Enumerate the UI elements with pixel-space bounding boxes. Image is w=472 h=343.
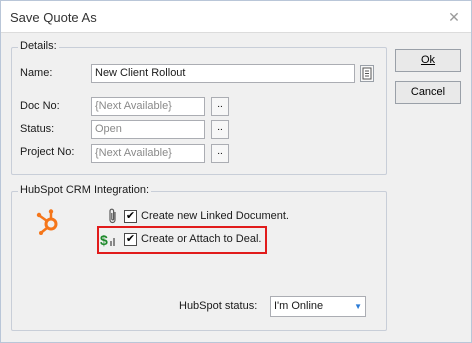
- doc-no-input[interactable]: {Next Available}: [91, 97, 205, 116]
- save-quote-dialog: Save Quote As ✕ Details: Name: New Clien…: [0, 0, 472, 343]
- cancel-button[interactable]: Cancel: [395, 81, 461, 104]
- hubspot-status-label: HubSpot status:: [179, 300, 258, 312]
- project-no-label: Project No:: [20, 146, 75, 158]
- status-label: Status:: [20, 123, 55, 135]
- hubspot-logo-icon: [36, 209, 58, 235]
- doc-no-label: Doc No:: [20, 100, 60, 112]
- status-input[interactable]: Open: [91, 120, 205, 139]
- notes-icon: [362, 67, 372, 80]
- status-browse-button[interactable]: ..: [211, 120, 229, 139]
- cancel-button-label: Cancel: [410, 86, 446, 98]
- attach-deal-checkbox[interactable]: ✔: [124, 233, 137, 246]
- attach-deal-label: Create or Attach to Deal.: [141, 233, 262, 245]
- project-no-input[interactable]: {Next Available}: [91, 144, 205, 163]
- ok-button[interactable]: Ok: [395, 49, 461, 72]
- hubspot-status-value: I'm Online: [274, 300, 324, 312]
- create-linked-checkbox[interactable]: ✔: [124, 210, 137, 223]
- project-no-browse-button[interactable]: ..: [211, 144, 229, 163]
- close-icon[interactable]: ✕: [445, 8, 463, 26]
- ok-button-label: Ok: [420, 54, 436, 66]
- doc-no-browse-button[interactable]: ..: [211, 97, 229, 116]
- chevron-down-icon[interactable]: ▼: [354, 297, 362, 316]
- name-notes-button[interactable]: [360, 65, 374, 82]
- create-linked-label: Create new Linked Document.: [141, 210, 289, 222]
- details-group-label: Details:: [18, 40, 59, 52]
- hubspot-group-label: HubSpot CRM Integration:: [18, 184, 152, 196]
- svg-text:$: $: [100, 232, 108, 248]
- name-input[interactable]: New Client Rollout: [91, 64, 355, 83]
- title-bar: Save Quote As ✕: [1, 1, 471, 33]
- name-label: Name:: [20, 67, 53, 79]
- deal-dollar-icon: $: [100, 232, 115, 248]
- paperclip-icon: [109, 208, 116, 224]
- window-title: Save Quote As: [10, 10, 97, 25]
- hubspot-status-select[interactable]: I'm Online ▼: [270, 296, 366, 317]
